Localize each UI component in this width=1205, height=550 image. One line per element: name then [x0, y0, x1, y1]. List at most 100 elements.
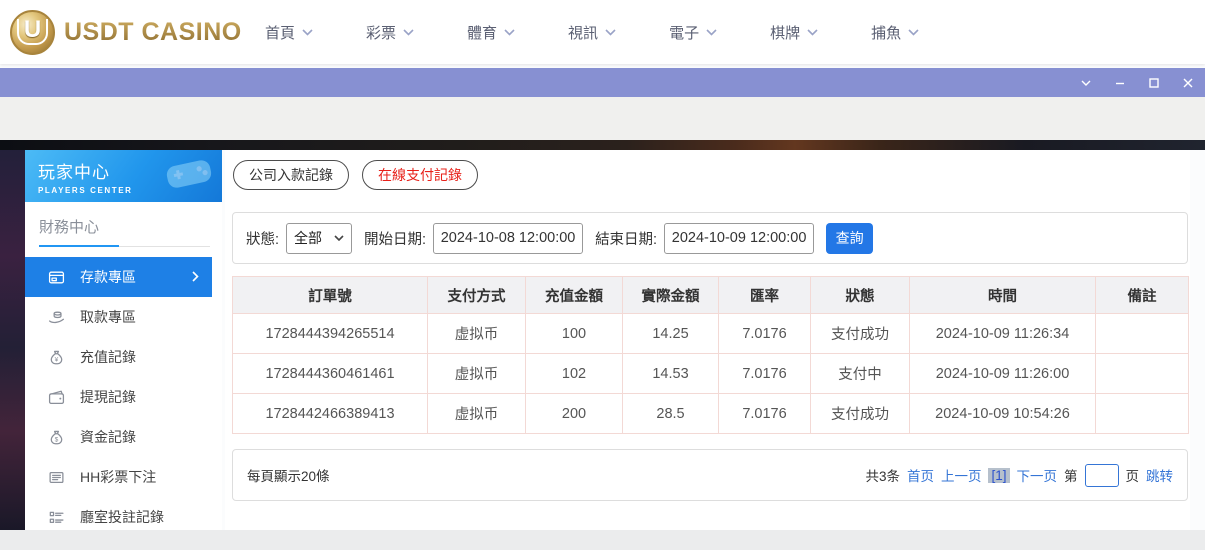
table-cell: 支付成功: [811, 394, 910, 434]
sidebar: 玩家中心 PLAYERS CENTER 財務中心 存款專區取款專區¥充值記錄提現…: [25, 150, 222, 530]
start-date-label: 開始日期:: [364, 228, 426, 249]
nav-item-label: 體育: [467, 22, 497, 43]
table-cell: [1096, 394, 1189, 434]
table-cell: 14.25: [623, 314, 719, 354]
table-cell: 1728444360461461: [233, 354, 428, 394]
sidebar-items: 存款專區取款專區¥充值記錄提現記錄$資金記錄HH彩票下注廳室投註記錄: [25, 257, 222, 537]
status-select-value: 全部: [294, 228, 322, 248]
table-cell: [1096, 354, 1189, 394]
table-cell: 102: [526, 354, 623, 394]
table-cell: 支付成功: [811, 314, 910, 354]
jump-link[interactable]: 跳转: [1146, 465, 1173, 485]
nav-item[interactable]: 棋牌: [770, 22, 818, 43]
sidebar-item[interactable]: ¥充值記錄: [25, 337, 222, 377]
chevron-down-icon: [908, 29, 919, 36]
table-cell: 200: [526, 394, 623, 434]
sidebar-item-label: 存款專區: [80, 267, 136, 287]
start-date-input[interactable]: [433, 223, 583, 254]
content-row: 玩家中心 PLAYERS CENTER 財務中心 存款專區取款專區¥充值記錄提現…: [0, 150, 1205, 530]
minimize-icon[interactable]: [1112, 75, 1127, 90]
hand-coins-icon: [48, 309, 65, 326]
status-label: 狀態:: [246, 228, 279, 249]
titlebar-chevron-down-icon[interactable]: [1078, 75, 1093, 90]
sidebar-section-underline: [39, 246, 210, 247]
bottom-strip: [0, 530, 1205, 550]
nav-item[interactable]: 視訊: [568, 22, 616, 43]
nav-item[interactable]: 捕魚: [871, 22, 919, 43]
sidebar-item-label: 提現記錄: [80, 387, 136, 407]
sidebar-header: 玩家中心 PLAYERS CENTER: [25, 150, 222, 202]
chevron-down-icon: [334, 235, 344, 241]
table-cell: 1728444394265514: [233, 314, 428, 354]
table-row: 1728444360461461虚拟币10214.537.0176支付中2024…: [233, 354, 1189, 394]
sidebar-body: 財務中心 存款專區取款專區¥充值記錄提現記錄$資金記錄HH彩票下注廳室投註記錄: [25, 202, 222, 537]
nav-item[interactable]: 彩票: [366, 22, 414, 43]
background-image-strip: [0, 140, 1205, 150]
svg-text:$: $: [55, 436, 59, 443]
svg-text:¥: ¥: [55, 356, 59, 363]
nav-item-label: 棋牌: [770, 22, 800, 43]
table-column-header: 狀態: [811, 277, 910, 314]
nav-item-label: 視訊: [568, 22, 598, 43]
sidebar-item[interactable]: HH彩票下注: [25, 457, 222, 497]
record-tab[interactable]: 公司入款記錄: [233, 160, 349, 190]
next-page-link[interactable]: 下一页: [1017, 465, 1058, 485]
sidebar-item-label: 資金記錄: [80, 427, 136, 447]
nav-item[interactable]: 首頁: [265, 22, 313, 43]
table-cell: 支付中: [811, 354, 910, 394]
prev-page-link[interactable]: 上一页: [941, 465, 982, 485]
card-icon: [48, 269, 65, 286]
table-cell: 虚拟币: [428, 354, 526, 394]
total-count: 共3条: [865, 465, 900, 485]
table-cell: 虚拟币: [428, 394, 526, 434]
table-column-header: 支付方式: [428, 277, 526, 314]
money-bag-icon: ¥: [48, 349, 65, 366]
sidebar-item[interactable]: 取款專區: [25, 297, 222, 337]
table-cell: 2024-10-09 10:54:26: [910, 394, 1096, 434]
sidebar-item[interactable]: $ 資金記錄: [25, 417, 222, 457]
nav-item-label: 捕魚: [871, 22, 901, 43]
table-cell: [1096, 314, 1189, 354]
query-button[interactable]: 查詢: [826, 223, 873, 254]
end-date-input[interactable]: [664, 223, 814, 254]
checklist-icon: [48, 509, 65, 526]
table-column-header: 充值金額: [526, 277, 623, 314]
nav-item[interactable]: 體育: [467, 22, 515, 43]
sidebar-section-title: 財務中心: [39, 216, 222, 237]
nav-item-label: 首頁: [265, 22, 295, 43]
wallet-icon: [48, 389, 65, 406]
table-column-header: 實際金額: [623, 277, 719, 314]
close-icon[interactable]: [1180, 75, 1195, 90]
record-tab[interactable]: 在線支付記錄: [362, 160, 478, 190]
status-select[interactable]: 全部: [286, 223, 352, 254]
end-date-label: 結束日期:: [595, 228, 657, 249]
pagination-controls: 共3条 首页 上一页 [1] 下一页 第 页 跳转: [865, 464, 1173, 487]
table-column-header: 時間: [910, 277, 1096, 314]
funds-bag-icon: $: [48, 429, 65, 446]
page-suffix-label: 页: [1126, 465, 1140, 485]
chevron-right-icon: [192, 269, 199, 285]
records-table: 訂單號支付方式充值金額實際金額匯率狀態時間備註 1728444394265514…: [232, 276, 1189, 434]
main-nav: 首頁 彩票 體育 視訊 電子 棋牌 捕魚: [265, 0, 919, 64]
chevron-down-icon: [706, 29, 717, 36]
jump-page-input[interactable]: [1085, 464, 1119, 487]
nav-item-label: 電子: [669, 22, 699, 43]
table-cell: 2024-10-09 11:26:34: [910, 314, 1096, 354]
sidebar-item[interactable]: 存款專區: [25, 257, 212, 297]
filter-box: 狀態: 全部 開始日期: 結束日期: 查詢: [232, 212, 1188, 264]
brand-name: USDT CASINO: [64, 18, 242, 47]
maximize-icon[interactable]: [1146, 75, 1161, 90]
nav-item[interactable]: 電子: [669, 22, 717, 43]
pagination-box: 每頁顯示20條 共3条 首页 上一页 [1] 下一页 第 页 跳转: [232, 449, 1188, 501]
record-tabs: 公司入款記錄在線支付記錄: [233, 160, 478, 190]
first-page-link[interactable]: 首页: [907, 465, 934, 485]
table-cell: 7.0176: [719, 354, 811, 394]
sidebar-item[interactable]: 提現記錄: [25, 377, 222, 417]
current-page[interactable]: [1]: [988, 468, 1009, 483]
page-prefix-label: 第: [1064, 465, 1078, 485]
window-titlebar: [0, 68, 1205, 97]
brand-logo[interactable]: U USDT CASINO: [10, 0, 242, 64]
chevron-down-icon: [807, 29, 818, 36]
brand-logo-icon: U: [10, 10, 55, 55]
table-column-header: 訂單號: [233, 277, 428, 314]
